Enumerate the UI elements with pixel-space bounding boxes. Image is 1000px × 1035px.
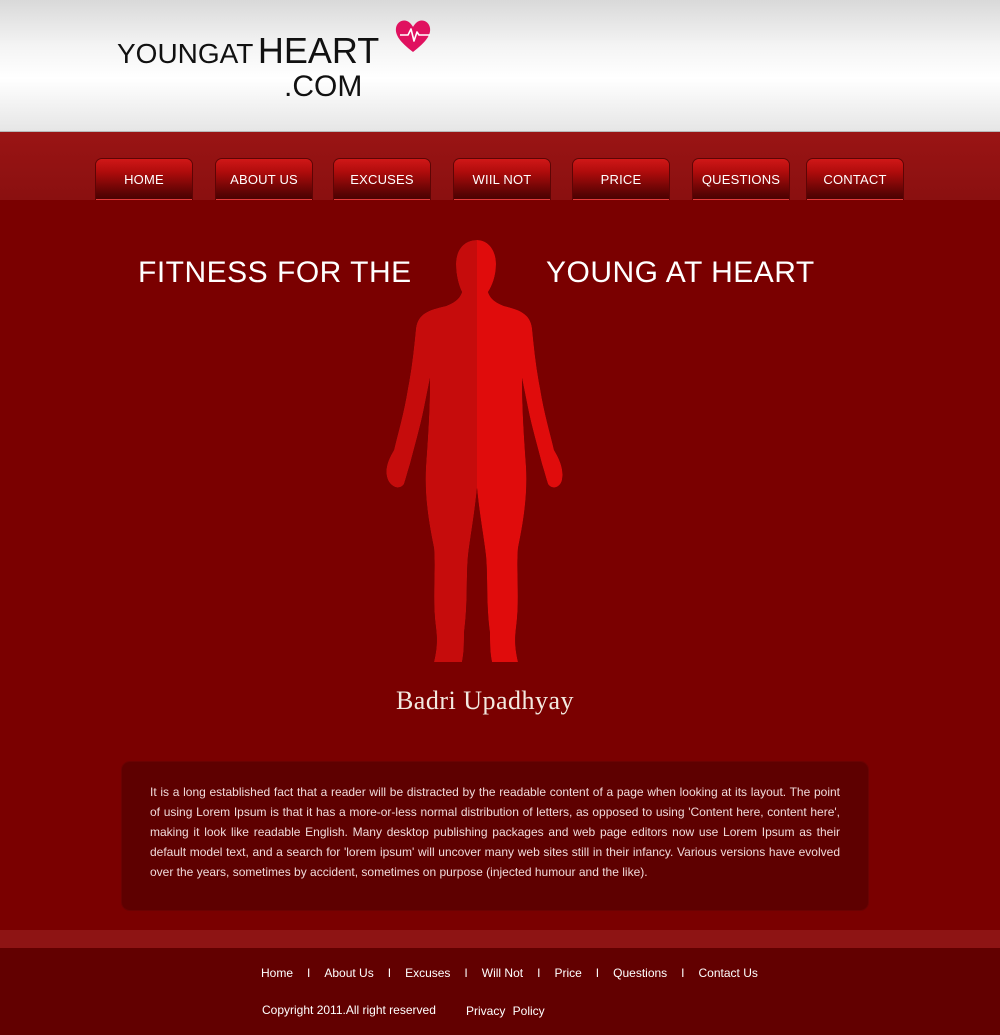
nav-price[interactable]: PRICE [573,159,669,200]
author-signature: Badri Upadhyay [395,686,575,715]
logo[interactable]: YOUNGAT HEART [117,30,379,72]
footer-separator: I [307,966,311,980]
copyright-text: Copyright 2011.All right reserved [262,1003,436,1017]
privacy-policy-link[interactable]: Privacy Policy [466,1004,545,1018]
footer-link-home[interactable]: Home [261,966,293,980]
footer-nav: Home I About Us I Excuses I Will Not I Price I Que… [261,966,758,980]
logo-young-text: YOUNGAT [117,38,254,69]
footer-separator: I [681,966,685,980]
footer-link-questions[interactable]: Questions [613,966,667,980]
nav-excuses[interactable]: EXCUSES [334,159,430,200]
nav-contact[interactable]: CONTACT [807,159,903,200]
content-paragraph: It is a long established fact that a rea… [150,785,840,879]
heart-pulse-icon [395,20,431,52]
hero-title-left: FITNESS FOR THE [138,256,412,289]
site-footer: Home I About Us I Excuses I Will Not I Price I Que… [0,948,1000,1035]
footer-separator: I [595,966,600,980]
content-box: It is a long established fact that a rea… [122,762,868,910]
footer-separator: I [537,966,541,980]
footer-divider [0,930,1000,948]
footer-separator: I [387,966,392,980]
human-silhouette-icon [386,240,563,662]
footer-separator: I [464,966,468,980]
hero-title-right: YOUNG AT HEART [546,256,815,289]
site-header: YOUNGAT HEART .COM [0,0,1000,132]
nav-about-us[interactable]: ABOUT US [216,159,312,200]
nav-will-not[interactable]: WIIL NOT [454,159,550,200]
footer-link-will-not[interactable]: Will Not [482,966,523,980]
main-nav: HOME ABOUT US EXCUSES WIIL NOT PRICE QUE… [0,132,1000,200]
nav-questions[interactable]: QUESTIONS [693,159,789,200]
logo-heart-text: HEART [257,30,380,71]
footer-link-price[interactable]: Price [554,966,581,980]
logo-com-text: .COM [284,70,363,103]
footer-link-contact-us[interactable]: Contact Us [699,966,758,980]
footer-link-about-us[interactable]: About Us [324,966,373,980]
footer-link-excuses[interactable]: Excuses [405,966,450,980]
nav-home[interactable]: HOME [96,159,192,200]
